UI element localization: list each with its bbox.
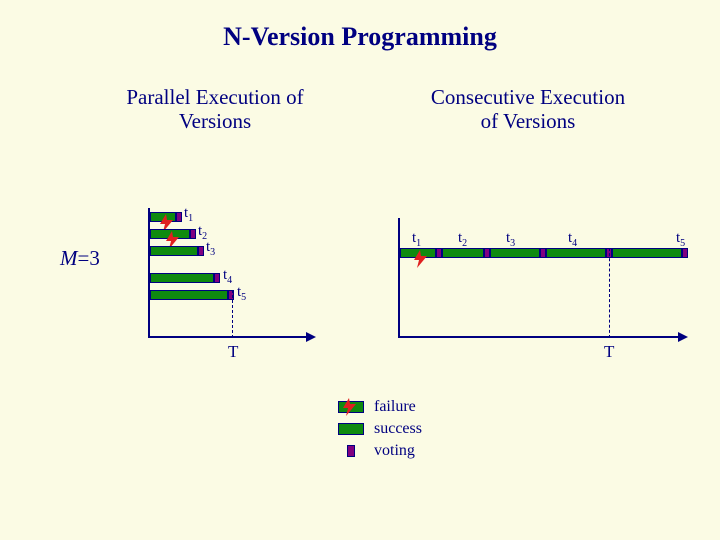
legend-success-box — [338, 423, 364, 435]
vote-t1 — [176, 212, 182, 222]
page-title: N-Version Programming — [0, 0, 720, 52]
task-bar-t5 — [150, 290, 228, 300]
legend: failure success voting — [338, 398, 422, 464]
t5-label: t5 — [237, 284, 246, 303]
vote-t4 — [214, 273, 220, 283]
T-label-left: T — [228, 342, 238, 362]
seg-t2 — [442, 248, 484, 258]
legend-success-label: success — [374, 420, 422, 438]
parallel-diagram: t1 t2 t3 t4 t5 T — [148, 208, 318, 358]
vote-t5 — [228, 290, 234, 300]
left-subtitle: Parallel Execution of Versions — [105, 85, 325, 133]
t4-label: t4 — [223, 267, 232, 286]
dashed-line — [232, 290, 233, 338]
seg-t5 — [612, 248, 682, 258]
task-bar-t3 — [150, 246, 198, 256]
legend-failure-box — [338, 401, 364, 413]
legend-failure: failure — [338, 398, 422, 416]
legend-voting-label: voting — [374, 442, 415, 460]
right-subtitle: Consecutive Execution of Versions — [408, 85, 648, 133]
legend-voting-box — [347, 445, 355, 457]
x-arrow-icon — [306, 332, 316, 342]
legend-success: success — [338, 420, 422, 438]
task-bar-t4 — [150, 273, 214, 283]
left-subtitle-line1: Parallel Execution of — [126, 85, 303, 109]
bolt-icon — [414, 250, 428, 268]
m-label: M=3 — [60, 246, 100, 271]
legend-failure-label: failure — [374, 398, 416, 416]
right-subtitle-line2: of Versions — [481, 109, 576, 133]
x-axis — [148, 336, 308, 338]
t3-label-c: t3 — [506, 230, 515, 249]
dashed-line-c — [609, 248, 610, 338]
seg-t3 — [490, 248, 540, 258]
x-arrow-icon — [678, 332, 688, 342]
consecutive-diagram: t1 t2 t3 t4 t5 T — [398, 218, 698, 358]
left-subtitle-line2: Versions — [179, 109, 251, 133]
T-label-right: T — [604, 342, 614, 362]
t5-label-c: t5 — [676, 230, 685, 249]
t2-label-c: t2 — [458, 230, 467, 249]
vote-t2 — [190, 229, 196, 239]
bolt-icon — [343, 398, 357, 416]
t1-label-c: t1 — [412, 230, 421, 249]
right-subtitle-line1: Consecutive Execution — [431, 85, 625, 109]
legend-voting: voting — [338, 442, 422, 460]
m-value: =3 — [78, 246, 100, 270]
m-var: M — [60, 246, 78, 270]
seg-t4 — [546, 248, 606, 258]
t4-label-c: t4 — [568, 230, 577, 249]
vote-t3 — [198, 246, 204, 256]
vote-c5 — [682, 248, 688, 258]
t1-label: t1 — [184, 205, 193, 224]
t3-label: t3 — [206, 239, 215, 258]
x-axis — [398, 336, 680, 338]
y-axis — [398, 218, 400, 338]
